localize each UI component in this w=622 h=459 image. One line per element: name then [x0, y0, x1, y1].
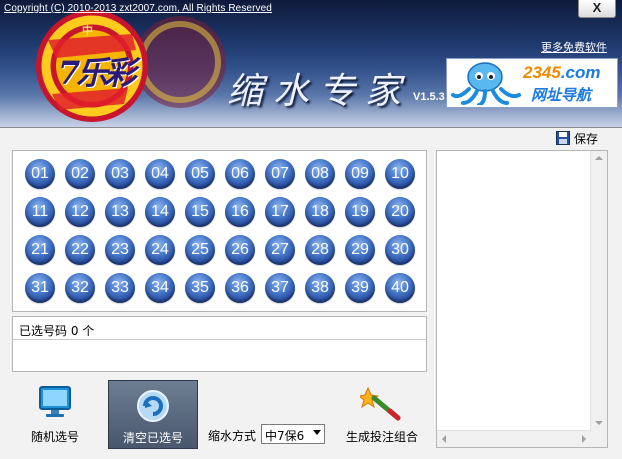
vertical-scrollbar[interactable]	[590, 151, 607, 431]
save-label: 保存	[574, 131, 599, 146]
number-ball-28[interactable]: 28	[305, 235, 335, 265]
number-ball-19[interactable]: 19	[345, 197, 375, 227]
number-ball-21[interactable]: 21	[25, 235, 55, 265]
result-list[interactable]	[436, 150, 608, 448]
number-ball-29[interactable]: 29	[345, 235, 375, 265]
number-ball-26[interactable]: 26	[225, 235, 255, 265]
number-ball-16[interactable]: 16	[225, 197, 255, 227]
number-ball-25[interactable]: 25	[185, 235, 215, 265]
number-ball-36[interactable]: 36	[225, 273, 255, 303]
number-ball-13[interactable]: 13	[105, 197, 135, 227]
number-ball-03[interactable]: 03	[105, 159, 135, 189]
ad-tagline: 网址导航	[531, 86, 592, 104]
number-ball-22[interactable]: 22	[65, 235, 95, 265]
clear-selection-label: 清空已选号	[122, 431, 183, 445]
number-ball-08[interactable]: 08	[305, 159, 335, 189]
number-ball-15[interactable]: 15	[185, 197, 215, 227]
selected-numbers-box: 已选号码 0 个	[12, 316, 427, 372]
ad-banner[interactable]: 2345.com 网址导航	[446, 58, 618, 108]
number-ball-32[interactable]: 32	[65, 273, 95, 303]
refresh-icon	[137, 390, 169, 422]
number-ball-14[interactable]: 14	[145, 197, 175, 227]
number-ball-31[interactable]: 31	[25, 273, 55, 303]
number-ball-30[interactable]: 30	[385, 235, 415, 265]
number-ball-07[interactable]: 07	[265, 159, 295, 189]
chevron-down-icon	[313, 430, 321, 435]
clear-selection-button[interactable]: 清空已选号	[108, 380, 198, 449]
number-ball-38[interactable]: 38	[305, 273, 335, 303]
number-ball-04[interactable]: 04	[145, 159, 175, 189]
number-ball-24[interactable]: 24	[145, 235, 175, 265]
monitor-icon	[39, 386, 71, 417]
floppy-disk-icon	[556, 131, 570, 145]
random-pick-label: 随机选号	[30, 430, 79, 444]
number-ball-17[interactable]: 17	[265, 197, 295, 227]
scroll-up-icon[interactable]	[595, 156, 603, 160]
app-title: 缩水专家	[227, 71, 412, 112]
scroll-down-icon[interactable]	[595, 421, 603, 425]
number-ball-37[interactable]: 37	[265, 273, 295, 303]
mode-select-value: 中7保6	[265, 429, 305, 443]
mode-select[interactable]: 中7保6	[261, 424, 325, 444]
number-ball-18[interactable]: 18	[305, 197, 335, 227]
header-divider	[0, 127, 622, 128]
number-ball-20[interactable]: 20	[385, 197, 415, 227]
octopus-mascot-icon	[451, 62, 521, 105]
number-ball-01[interactable]: 01	[25, 159, 55, 189]
number-ball-panel: 01 02 03 04 05 06 07 08 09 10 11 12 13 14 15 16 17 18 19 20…	[12, 150, 427, 312]
number-ball-40[interactable]: 40	[385, 273, 415, 303]
scroll-left-icon[interactable]	[442, 435, 446, 443]
mode-label: 缩水方式	[208, 429, 257, 443]
number-ball-05[interactable]: 05	[185, 159, 215, 189]
number-ball-34[interactable]: 34	[145, 273, 175, 303]
selected-count-label: 已选号码 0 个	[19, 324, 95, 338]
ad-site-name: 2345.com	[523, 63, 601, 82]
version-label: V1.5.3	[413, 91, 445, 103]
number-ball-33[interactable]: 33	[105, 273, 135, 303]
number-ball-10[interactable]: 10	[385, 159, 415, 189]
close-button[interactable]: X	[578, 0, 616, 18]
logo-text: 7乐彩	[58, 54, 136, 92]
magic-wand-icon	[360, 386, 401, 421]
copyright-link[interactable]: Copyright (C) 2010-2013 zxt2007.com, All…	[4, 3, 272, 14]
number-ball-06[interactable]: 06	[225, 159, 255, 189]
generate-combinations-label: 生成投注组合	[345, 430, 418, 444]
number-ball-23[interactable]: 23	[105, 235, 135, 265]
logo-small-char: 中	[82, 24, 93, 37]
header-banner: 中 7乐彩 Copyright (C) 2010-2013 zxt2007.co…	[0, 0, 622, 127]
number-ball-39[interactable]: 39	[345, 273, 375, 303]
number-ball-11[interactable]: 11	[25, 197, 55, 227]
number-ball-35[interactable]: 35	[185, 273, 215, 303]
horizontal-scrollbar[interactable]	[437, 430, 591, 447]
app-window: 中 7乐彩 Copyright (C) 2010-2013 zxt2007.co…	[0, 0, 622, 459]
generate-combinations-button[interactable]: 生成投注组合	[340, 380, 424, 447]
save-button[interactable]: 保存	[556, 130, 598, 146]
number-ball-09[interactable]: 09	[345, 159, 375, 189]
scroll-right-icon[interactable]	[582, 435, 586, 443]
more-free-software-link[interactable]: 更多免费软件	[541, 39, 607, 55]
selected-divider	[13, 339, 426, 340]
random-pick-button[interactable]: 随机选号	[20, 380, 90, 447]
number-ball-02[interactable]: 02	[65, 159, 95, 189]
scrollbar-corner	[591, 431, 607, 447]
number-ball-12[interactable]: 12	[65, 197, 95, 227]
number-ball-27[interactable]: 27	[265, 235, 295, 265]
